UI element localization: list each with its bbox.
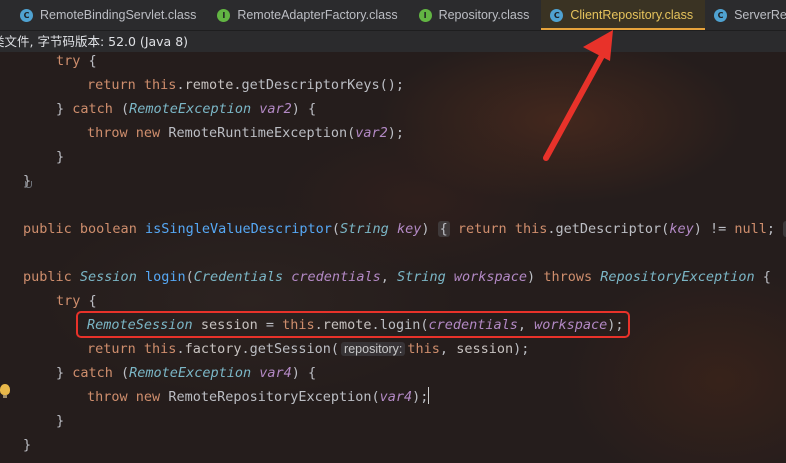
annotation-arrow <box>543 30 613 161</box>
arrow-head <box>583 30 613 61</box>
arrow-shaft <box>543 49 607 161</box>
